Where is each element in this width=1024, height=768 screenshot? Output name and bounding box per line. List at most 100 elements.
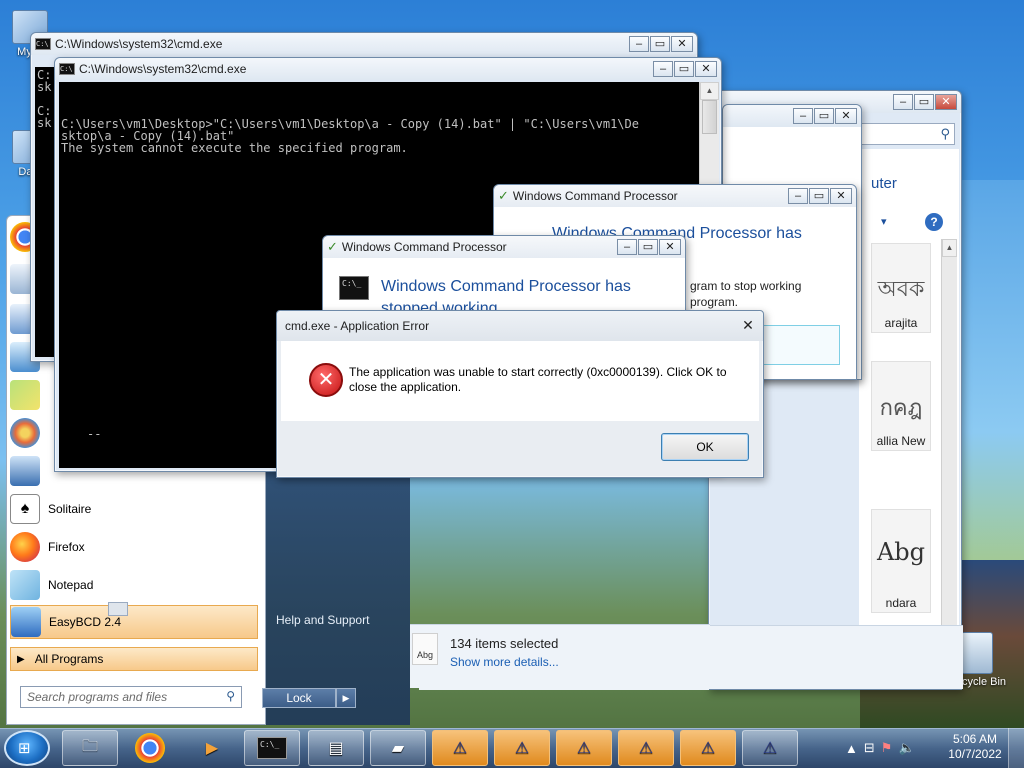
font-tile[interactable]: Abg ndara: [871, 509, 931, 613]
taskbar-button-cmd[interactable]: C:\_: [244, 730, 300, 766]
wcp-front-titlebar[interactable]: ✓ Windows Command Processor – ▭ ✕: [323, 236, 685, 258]
notepad-icon: [10, 570, 40, 600]
help-icon[interactable]: ?: [925, 213, 943, 231]
close-button[interactable]: ✕: [935, 94, 957, 110]
close-button[interactable]: ✕: [830, 188, 852, 204]
show-details-link[interactable]: Show more details...: [450, 655, 559, 669]
resize-grip[interactable]: [108, 602, 128, 616]
maximize-button[interactable]: ▭: [638, 239, 658, 255]
computer-icon: [10, 456, 40, 486]
error-message-area: ✕ The application was unable to start co…: [281, 341, 759, 421]
minimize-button[interactable]: –: [793, 108, 813, 124]
taskbar-button-app[interactable]: ▰: [370, 730, 426, 766]
taskbar-button-wcp[interactable]: ⚠: [618, 730, 674, 766]
folder-icon: 🗀: [81, 737, 98, 755]
taskbar-button-app[interactable]: ▤: [308, 730, 364, 766]
show-desktop-button[interactable]: [1008, 728, 1024, 768]
warning-icon: ⚠: [576, 740, 592, 757]
view-dropdown-icon[interactable]: ▾: [881, 215, 887, 228]
explorer-scrollbar[interactable]: ▲: [941, 239, 957, 679]
error-icon: ✕: [309, 363, 343, 397]
maximize-button[interactable]: ▭: [809, 188, 829, 204]
minimize-button[interactable]: –: [629, 36, 649, 52]
all-programs-label: All Programs: [34, 652, 104, 666]
cmd-front-titlebar[interactable]: C:\ C:\Windows\system32\cmd.exe – ▭ ✕: [55, 58, 721, 80]
font-tile[interactable]: กคฎ allia New: [871, 361, 931, 451]
maximize-button[interactable]: ▭: [914, 94, 934, 110]
shutdown-options-button[interactable]: ▶: [336, 688, 356, 708]
font-tile-label: allia New: [876, 434, 926, 448]
taskbar-button-wcp[interactable]: ⚠: [432, 730, 488, 766]
close-button[interactable]: ✕: [695, 61, 717, 77]
explorer-content-pane[interactable]: uter ▾ ? অবক arajita กคฎ allia New Abg n…: [859, 149, 959, 679]
background-window-titlebar[interactable]: – ▭ ✕: [723, 105, 861, 127]
warning-icon: ⚠: [638, 740, 654, 757]
cmd-front-title: C:\Windows\system32\cmd.exe: [79, 62, 247, 76]
maximize-button[interactable]: ▭: [650, 36, 670, 52]
clock-date: 10/7/2022: [948, 747, 1002, 761]
error-message: The application was unable to start corr…: [349, 365, 727, 394]
taskbar-button-wcp[interactable]: ⚠: [556, 730, 612, 766]
ok-button[interactable]: OK: [661, 433, 749, 461]
chrome-icon: [135, 733, 165, 763]
taskbar-button-explorer[interactable]: 🗀: [62, 730, 118, 766]
wcp-back-titlebar[interactable]: ✓ Windows Command Processor – ▭ ✕: [494, 185, 856, 207]
action-center-icon[interactable]: ⚑: [881, 740, 893, 756]
font-preview: กคฎ: [879, 396, 923, 421]
minimize-button[interactable]: –: [893, 94, 913, 110]
warning-icon: ⚠: [514, 740, 530, 757]
taskbar-button-media-player[interactable]: ▶: [184, 730, 240, 766]
minimize-button[interactable]: –: [617, 239, 637, 255]
start-menu-item-solitaire[interactable]: ♠ Solitaire: [10, 492, 258, 526]
firefox-icon: [10, 532, 40, 562]
warning-icon: ⚠: [700, 740, 716, 757]
cmd-back-titlebar[interactable]: C:\ C:\Windows\system32\cmd.exe – ▭ ✕: [31, 33, 697, 55]
desktop-background: [960, 180, 1024, 600]
ok-label: OK: [696, 440, 714, 454]
scrollbar-thumb[interactable]: [702, 100, 717, 134]
search-placeholder: Search programs and files: [27, 690, 168, 704]
explorer-search-input[interactable]: ⚲: [859, 123, 955, 145]
font-tile-label: arajita: [884, 316, 918, 330]
window-icon: ▤: [328, 740, 344, 757]
close-button[interactable]: ✕: [737, 318, 759, 334]
help-and-support-link[interactable]: Help and Support: [276, 613, 369, 627]
network-icon[interactable]: ⊟: [864, 740, 875, 756]
taskbar-button-wcp[interactable]: ⚠: [680, 730, 736, 766]
taskbar-button-wcp[interactable]: ⚠: [742, 730, 798, 766]
font-tile[interactable]: অবক arajita: [871, 243, 931, 333]
explorer-details-pane: [419, 625, 963, 690]
start-menu-item-easybcd[interactable]: EasyBCD 2.4: [10, 605, 258, 639]
application-error-dialog[interactable]: cmd.exe - Application Error ✕ ✕ The appl…: [276, 310, 764, 478]
all-programs-button[interactable]: ▶ All Programs: [10, 647, 258, 671]
start-menu-item-label: Solitaire: [48, 502, 92, 516]
lock-button[interactable]: Lock: [262, 688, 336, 708]
cmd-icon: C:\_: [257, 737, 287, 759]
cmd-output-text: C:\Users\vm1\Desktop>"C:\Users\vm1\Deskt…: [61, 117, 639, 155]
maximize-button[interactable]: ▭: [814, 108, 834, 124]
close-button[interactable]: ✕: [659, 239, 681, 255]
start-button[interactable]: ⊞: [4, 730, 50, 766]
volume-icon[interactable]: 🔈: [898, 740, 914, 756]
font-tile-label: ndara: [885, 596, 917, 610]
cmd-icon: C:\_: [339, 276, 369, 300]
show-hidden-icons-icon[interactable]: ▲: [845, 741, 858, 756]
taskbar-button-chrome[interactable]: [122, 730, 178, 766]
close-button[interactable]: ✕: [835, 108, 857, 124]
taskbar-button-wcp[interactable]: ⚠: [494, 730, 550, 766]
start-menu-item-notepad[interactable]: Notepad: [10, 568, 258, 602]
minimize-button[interactable]: –: [788, 188, 808, 204]
font-preview: অবক: [877, 277, 925, 302]
close-button[interactable]: ✕: [671, 36, 693, 52]
wcp-front-title: Windows Command Processor: [341, 240, 507, 254]
explorer-heading: uter: [871, 175, 897, 192]
maximize-button[interactable]: ▭: [674, 61, 694, 77]
error-titlebar[interactable]: cmd.exe - Application Error ✕: [277, 311, 763, 341]
error-title: cmd.exe - Application Error: [285, 319, 430, 333]
start-search-input[interactable]: Search programs and files ⚲: [20, 686, 242, 708]
minimize-button[interactable]: –: [653, 61, 673, 77]
start-menu-item-firefox[interactable]: Firefox: [10, 530, 258, 564]
scroll-up-button[interactable]: ▲: [942, 239, 957, 257]
taskbar-clock[interactable]: 5:06 AM 10/7/2022: [945, 732, 1005, 762]
scroll-up-button[interactable]: ▲: [700, 82, 719, 100]
